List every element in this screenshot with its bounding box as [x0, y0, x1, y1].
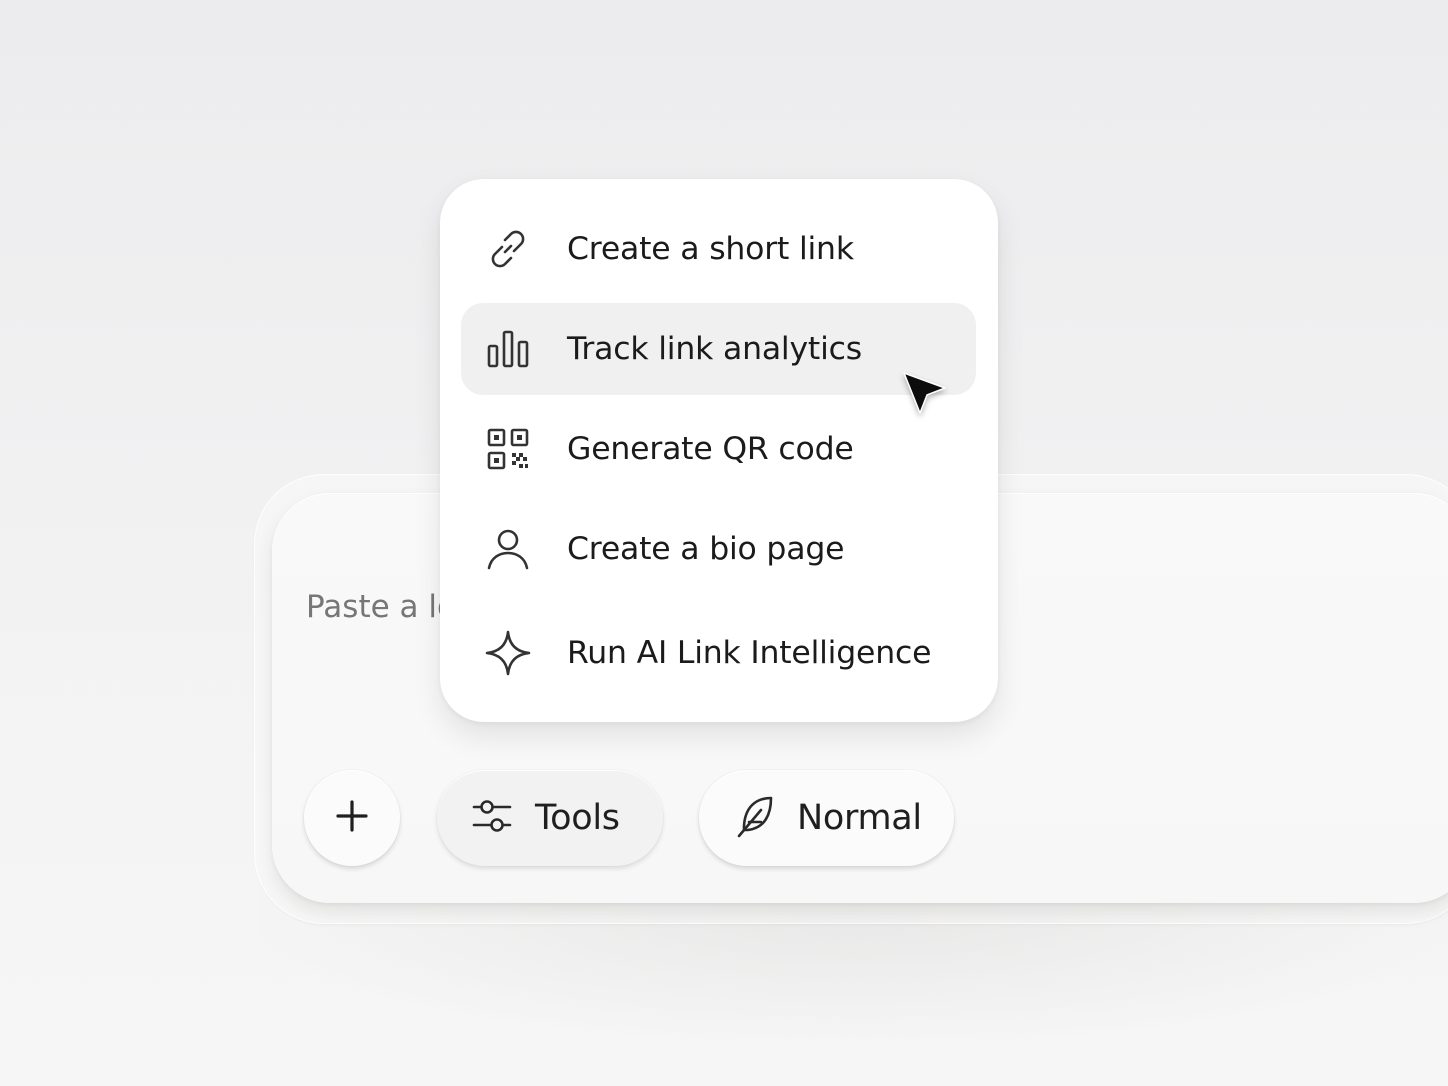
plus-icon — [335, 799, 369, 837]
bar-chart-icon — [485, 326, 531, 372]
menu-item-run-ai-link-intelligence[interactable]: Run AI Link Intelligence — [461, 607, 976, 699]
add-button[interactable] — [304, 770, 400, 866]
mode-label: Normal — [797, 798, 922, 838]
sliders-icon — [471, 796, 513, 840]
menu-item-label: Run AI Link Intelligence — [567, 635, 932, 671]
menu-item-create-short-link[interactable]: Create a short link — [461, 203, 976, 295]
menu-item-label: Create a short link — [567, 231, 854, 267]
feather-icon — [735, 794, 775, 842]
user-icon — [485, 526, 531, 572]
menu-item-track-link-analytics[interactable]: Track link analytics — [461, 303, 976, 395]
tools-menu: Create a short link Track link analytics — [440, 179, 998, 722]
menu-item-label: Generate QR code — [567, 431, 854, 467]
mouse-pointer-icon — [903, 372, 946, 414]
menu-item-create-bio-page[interactable]: Create a bio page — [461, 503, 976, 595]
tools-button[interactable]: Tools — [437, 770, 663, 866]
qr-code-icon — [485, 426, 531, 472]
mode-button[interactable]: Normal — [699, 770, 954, 866]
tools-label: Tools — [535, 798, 620, 838]
menu-item-label: Track link analytics — [567, 331, 862, 367]
menu-item-label: Create a bio page — [567, 531, 845, 567]
menu-item-generate-qr-code[interactable]: Generate QR code — [461, 403, 976, 495]
link-icon — [485, 226, 531, 272]
sparkle-icon — [485, 630, 531, 676]
